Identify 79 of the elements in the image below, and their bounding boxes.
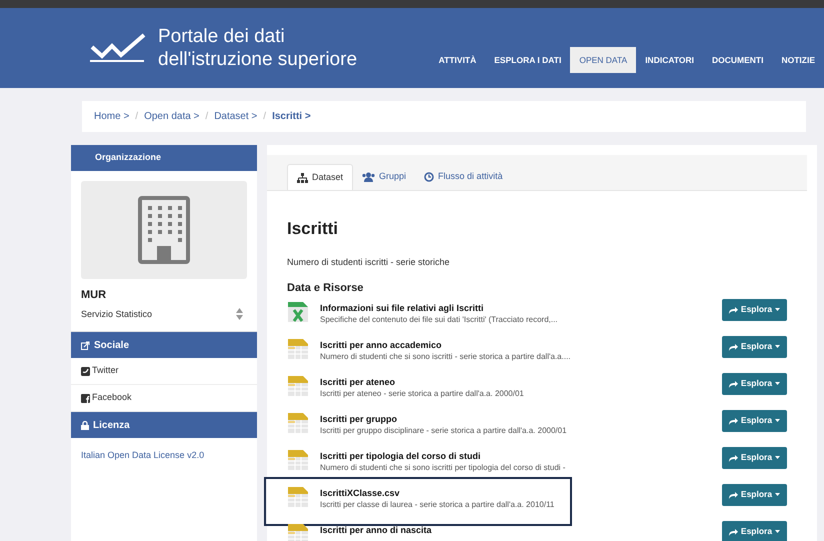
resource-title[interactable]: Informazioni sui file relativi agli Iscritti (320, 302, 558, 314)
panel-heading-text: Sociale (94, 338, 130, 352)
share-arrow-icon (728, 454, 738, 462)
share-arrow-icon (728, 416, 738, 424)
resource-description: Specifiche del contenuto dei file sui dati 'Iscritti' (Tracciato record,... (320, 314, 558, 326)
breadcrumb-separator: / (205, 110, 208, 124)
chart-logo-icon (90, 33, 146, 63)
social-link[interactable]: Twitter (92, 364, 119, 378)
building-icon (138, 196, 190, 264)
spreadsheet-file-icon (287, 300, 309, 322)
facebook-icon (81, 394, 90, 402)
site-title: dell'istruzione superiore (158, 48, 358, 71)
caret-icon (775, 419, 780, 422)
breadcrumb-separator: / (263, 110, 266, 124)
resource-description: Iscritti per classe di laurea - serie storica a partire dall'a.a. 2010/11 (320, 498, 554, 510)
dataset-description: Numero di studenti iscritti - serie storiche (287, 256, 451, 268)
organization-name: MUR (80, 288, 108, 303)
share-icon (81, 340, 90, 350)
users-icon (362, 172, 376, 182)
share-arrow-icon (728, 306, 738, 314)
explore-button[interactable]: Esplora (722, 336, 787, 358)
social-link[interactable]: Facebook (92, 391, 132, 405)
explore-button[interactable]: Esplora (722, 298, 787, 320)
dataset-title: Iscritti (287, 218, 340, 240)
nav-link[interactable]: ATTIVITÀ (430, 47, 486, 73)
caret-icon (775, 382, 780, 385)
explore-button[interactable]: Esplora (722, 484, 787, 506)
caret-icon (775, 308, 780, 311)
nav-link[interactable]: OPEN DATA (570, 47, 636, 73)
table-file-icon (287, 412, 309, 434)
breadcrumb-link[interactable]: Home > (94, 109, 130, 124)
resource-description: Numero di studenti che si sono iscritti - serie storica a partire dall'a.a.... (320, 350, 571, 362)
license-link[interactable]: Italian Open Data License v2.0 (71, 449, 257, 462)
resource-description: Iscritti per ateneo - serie storica a partire dall'a.a. 2000/01 (320, 388, 524, 400)
resource-title[interactable]: Iscritti per tipologia del corso di studi (320, 450, 566, 462)
tab[interactable]: Flusso di attività (415, 164, 512, 190)
resource-title[interactable]: Iscritti per ateneo (320, 376, 524, 388)
nav-link[interactable]: ESPLORA I DATI (485, 47, 570, 73)
sitemap-icon (297, 172, 308, 182)
table-file-icon (287, 448, 309, 470)
breadcrumb-link[interactable]: Dataset > (214, 109, 258, 124)
site-title: Portale dei dati (158, 25, 286, 48)
panel-heading-text: Licenza (93, 418, 130, 432)
sort-icon[interactable] (236, 308, 243, 320)
tab[interactable]: Dataset (287, 164, 354, 190)
explore-button[interactable]: Esplora (722, 410, 787, 432)
caret-icon (775, 493, 780, 496)
explore-button[interactable]: Esplora (722, 520, 787, 541)
resource-description: Iscritti per gruppo disciplinare - serie storica a partire dall'a.a. 2000/01 (320, 424, 567, 436)
resource-title[interactable]: IscrittiXClasse.csv (320, 486, 554, 498)
share-arrow-icon (728, 380, 738, 388)
caret-icon (775, 456, 780, 459)
resource-title[interactable]: Iscritti per gruppo (320, 412, 567, 424)
clock-icon (424, 172, 434, 182)
resource-title[interactable]: Iscritti per anno accademico (320, 338, 571, 350)
section-heading: Data e Risorse (287, 281, 364, 296)
resource-description: Numero di studenti che si sono iscritti per tipologia del corso di studi - (320, 462, 566, 474)
nav-link[interactable]: DOCUMENTI (702, 47, 772, 73)
tab[interactable]: Gruppi (353, 164, 416, 190)
share-arrow-icon (728, 342, 738, 350)
lock-icon (81, 420, 89, 430)
nav-link[interactable]: NOTIZIE (772, 47, 824, 73)
resource-title[interactable]: Iscritti per anno di nascita (320, 524, 432, 536)
caret-icon (775, 530, 780, 533)
twitter-icon (81, 366, 90, 376)
table-file-icon (287, 486, 309, 508)
share-arrow-icon (728, 528, 738, 536)
breadcrumb-link[interactable]: Iscritti > (272, 109, 311, 124)
caret-icon (775, 345, 780, 348)
table-file-icon (287, 338, 309, 360)
breadcrumb-link[interactable]: Open data > (144, 109, 200, 124)
nav-link[interactable]: INDICATORI (636, 47, 703, 73)
table-file-icon (287, 374, 309, 396)
breadcrumb-separator: / (135, 110, 138, 124)
panel-heading-text: Organizzazione (95, 151, 162, 164)
explore-button[interactable]: Esplora (722, 446, 787, 468)
explore-button[interactable]: Esplora (722, 372, 787, 394)
organization-unit: Servizio Statistico (81, 308, 152, 320)
share-arrow-icon (728, 490, 738, 498)
